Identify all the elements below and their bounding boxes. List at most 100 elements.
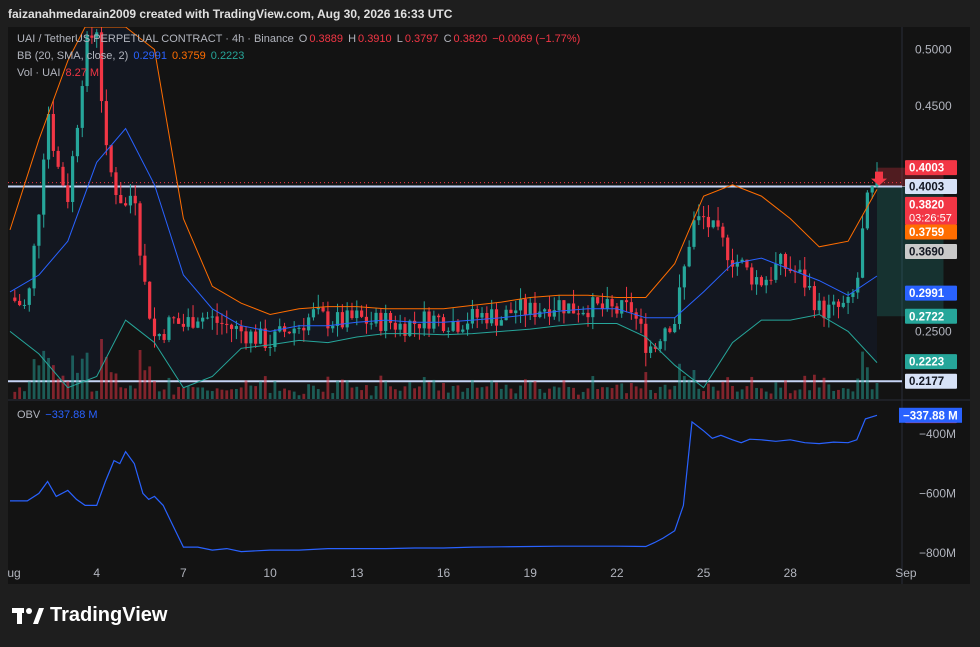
obv-axis-tick: −400M xyxy=(919,427,956,441)
volume-bar xyxy=(538,388,542,399)
symbol-legend[interactable]: UAI / TetherUS PERPETUAL CONTRACT · 4h ·… xyxy=(17,33,582,45)
volume-bar xyxy=(601,387,604,399)
candle-body xyxy=(215,316,219,323)
price-tag-countdown: 03:26:57 xyxy=(909,212,952,224)
candle-body xyxy=(615,306,619,314)
tradingview-logo-text: TradingView xyxy=(50,604,168,626)
candle-body xyxy=(812,286,816,311)
candle-body xyxy=(119,194,123,204)
volume-bar xyxy=(471,379,474,399)
volume-bar xyxy=(418,386,421,399)
volume-bar xyxy=(80,358,84,399)
volume-bar xyxy=(644,372,648,399)
volume-bar xyxy=(735,391,739,399)
volume-bar xyxy=(629,383,633,399)
volume-bar xyxy=(461,391,465,399)
candle-body xyxy=(13,297,17,301)
price-axis-tick: 0.5000 xyxy=(915,43,952,57)
volume-bar xyxy=(283,388,286,399)
candle-body xyxy=(649,346,653,353)
candle-body xyxy=(543,309,547,312)
volume-bar xyxy=(109,372,113,399)
volume-bar xyxy=(321,391,325,399)
candle-body xyxy=(42,159,46,215)
candle-body xyxy=(210,316,214,318)
chart-canvas[interactable]: 0.50000.45000.25000.40030.40030.382003:2… xyxy=(8,27,970,584)
candle-body xyxy=(220,322,224,324)
candle-body xyxy=(721,226,725,238)
chart-frame[interactable]: 0.5000 0.4500 0.2500 0.4003 0.4003 0.3820 03:2… xyxy=(8,27,970,584)
candle-body xyxy=(56,150,60,167)
candle-body xyxy=(201,317,205,322)
volume-bar xyxy=(875,382,879,399)
volume-bar xyxy=(119,387,123,399)
volume-bar xyxy=(206,390,209,399)
volume-bar xyxy=(586,388,590,399)
obv-legend[interactable]: OBV −337.88 M xyxy=(17,409,100,421)
volume-legend[interactable]: Vol · UAI 8.27 M xyxy=(17,67,101,79)
volume-bar xyxy=(654,393,657,399)
volume-bar xyxy=(620,383,624,399)
volume-bar xyxy=(851,391,855,399)
volume-bar xyxy=(731,385,734,399)
volume-bar xyxy=(413,388,416,399)
candle-body xyxy=(66,185,70,202)
volume-bar xyxy=(509,388,513,399)
candle-body xyxy=(576,313,580,315)
candle-body xyxy=(586,312,590,318)
volume-bar xyxy=(71,355,75,399)
volume-bar xyxy=(23,391,26,399)
volume-bar xyxy=(832,390,836,399)
volume-bar xyxy=(398,390,402,399)
time-axis-label: Aug xyxy=(8,566,21,580)
volume-bar xyxy=(432,379,436,399)
candle-body xyxy=(350,310,354,319)
time-axis-label: 16 xyxy=(437,566,451,580)
volume-bar xyxy=(548,388,551,399)
volume-bar xyxy=(504,384,508,399)
obv-axis-tick: −600M xyxy=(919,486,956,500)
candle-body xyxy=(307,317,311,331)
volume-bar xyxy=(673,385,677,399)
candle-body xyxy=(249,331,253,344)
candle-body xyxy=(716,220,720,227)
volume-bar xyxy=(427,381,431,399)
volume-bar xyxy=(668,389,672,399)
volume-bar xyxy=(331,393,335,399)
volume-bar xyxy=(456,385,460,399)
volume-bar xyxy=(658,386,662,399)
bb-upper-value: 0.3759 xyxy=(172,50,206,62)
candle-body xyxy=(297,327,301,329)
price-tag: 0.4003 xyxy=(905,179,957,195)
candle-body xyxy=(229,324,234,329)
volume-bar xyxy=(572,387,575,399)
time-axis-label: 4 xyxy=(93,566,100,580)
change-value: −0.0069 (−1.77%) xyxy=(492,33,581,45)
volume-bar xyxy=(138,350,142,399)
volume-bar xyxy=(360,390,364,399)
tradingview-logo[interactable]: TradingView xyxy=(12,604,167,627)
open-value: 0.3889 xyxy=(309,33,343,45)
volume-bar xyxy=(259,381,262,399)
bb-legend[interactable]: BB (20, SMA, close, 2) 0.2991 0.3759 0.2… xyxy=(17,50,246,62)
obv-axis-tick: −800M xyxy=(919,546,956,560)
volume-bar xyxy=(726,377,730,399)
candle-body xyxy=(340,312,344,328)
candle-body xyxy=(446,330,450,332)
candle-body xyxy=(51,113,55,151)
candle-body xyxy=(759,277,763,286)
candle-body xyxy=(706,216,711,228)
volume-bar xyxy=(721,381,725,399)
volume-bar xyxy=(153,381,156,399)
candle-body xyxy=(109,145,113,173)
obv-value: −337.88 M xyxy=(45,409,98,421)
candle-body xyxy=(774,263,778,280)
candle-body xyxy=(302,327,306,331)
volume-bar xyxy=(663,384,667,399)
volume-bar xyxy=(389,386,392,399)
candle-body xyxy=(225,323,229,325)
volume-bar xyxy=(480,387,484,399)
volume-bar xyxy=(827,384,831,399)
candle-body xyxy=(355,310,359,319)
volume-bar xyxy=(514,393,518,399)
